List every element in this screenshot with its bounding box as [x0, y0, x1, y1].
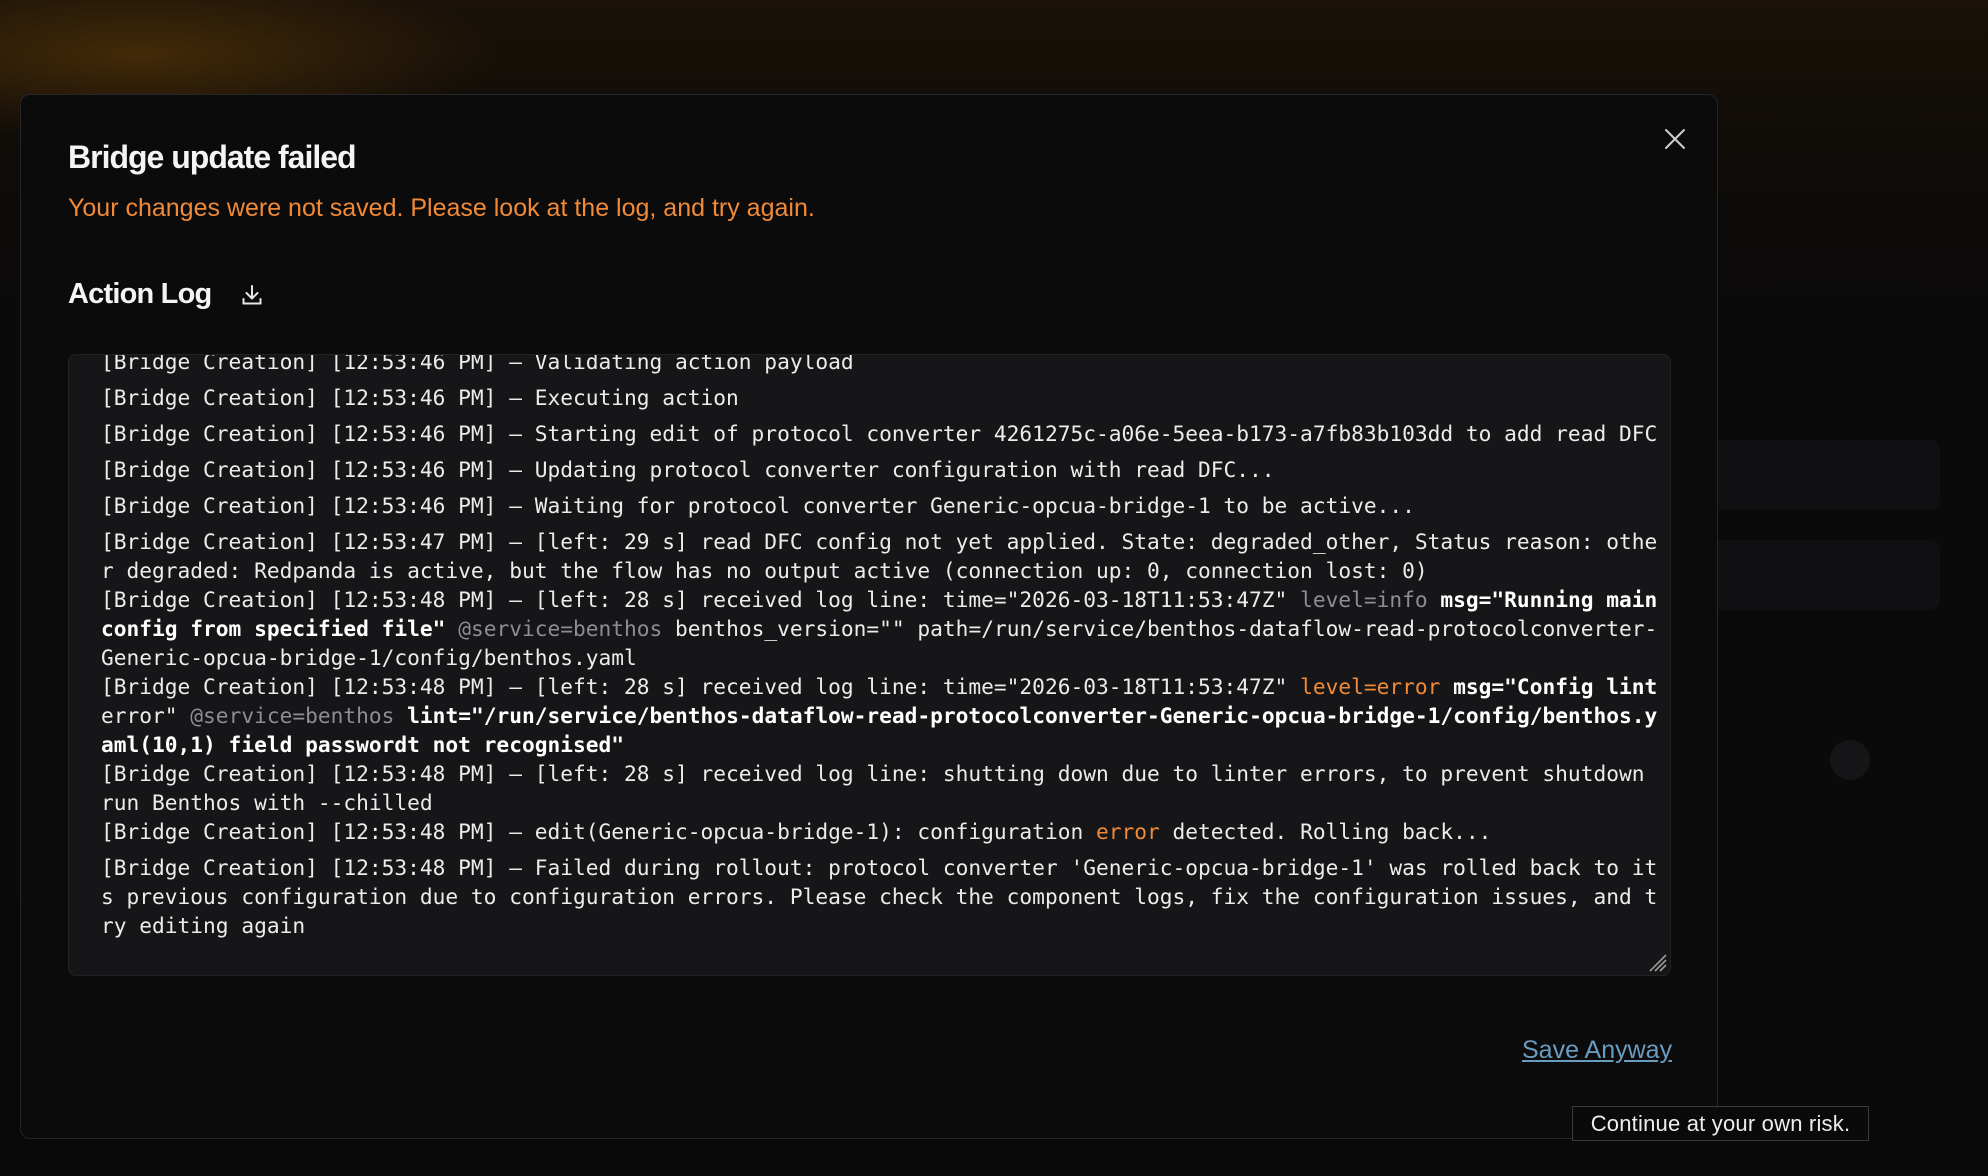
log-text: detected. Rolling back...: [1159, 819, 1492, 844]
log-text: [Bridge Creation] [12:53:46 PM] – Starti…: [101, 421, 1658, 446]
log-line: [Bridge Creation] [12:53:46 PM] – Valida…: [101, 354, 1661, 376]
action-log-content: [Bridge Creation] [12:53:46 PM] – Valida…: [101, 354, 1661, 947]
log-text: [Bridge Creation] [12:53:48 PM] – edit(G…: [101, 819, 1096, 844]
dialog-title: Bridge update failed: [68, 139, 357, 175]
log-text: [Bridge Creation] [12:53:48 PM] – [left:…: [101, 761, 1658, 815]
log-text: level=info: [1300, 587, 1428, 612]
log-text: msg="Config lint: [1453, 674, 1658, 699]
action-log-textarea[interactable]: [Bridge Creation] [12:53:46 PM] – Valida…: [68, 354, 1671, 976]
background-panel: [1700, 440, 1940, 510]
log-line: [Bridge Creation] [12:53:48 PM] – edit(G…: [101, 817, 1661, 846]
bridge-update-failed-dialog: Bridge update failed Your changes were n…: [20, 94, 1718, 1139]
download-icon: [242, 284, 262, 304]
action-log-header: Action Log: [68, 278, 267, 311]
log-line: [Bridge Creation] [12:53:46 PM] – Execut…: [101, 383, 1661, 412]
log-text: [Bridge Creation] [12:53:47 PM] – [left:…: [101, 529, 1658, 583]
close-icon: [1665, 129, 1685, 149]
log-text: [Bridge Creation] [12:53:46 PM] – Execut…: [101, 385, 739, 410]
log-text: [Bridge Creation] [12:53:46 PM] – Waitin…: [101, 493, 1415, 518]
log-scrollbar-thumb[interactable]: [1670, 417, 1671, 957]
log-text: @service=benthos: [190, 703, 395, 728]
dialog-subtitle: Your changes were not saved. Please look…: [68, 194, 815, 222]
log-text: level=error: [1300, 674, 1441, 699]
log-line: [Bridge Creation] [12:53:47 PM] – [left:…: [101, 527, 1661, 585]
log-line: [Bridge Creation] [12:53:48 PM] – [left:…: [101, 759, 1661, 817]
save-anyway-tooltip: Continue at your own risk.: [1572, 1106, 1869, 1141]
resize-handle-icon[interactable]: [1646, 951, 1668, 973]
save-anyway-link[interactable]: Save Anyway: [1522, 1036, 1672, 1065]
close-button[interactable]: [1661, 125, 1689, 153]
log-line: [Bridge Creation] [12:53:46 PM] – Waitin…: [101, 491, 1661, 520]
log-line: [Bridge Creation] [12:53:46 PM] – Starti…: [101, 419, 1661, 448]
log-text: [Bridge Creation] [12:53:48 PM] – [left:…: [101, 587, 1301, 612]
log-text: [Bridge Creation] [12:53:48 PM] – [left:…: [101, 674, 1301, 699]
log-text: [Bridge Creation] [12:53:46 PM] – Valida…: [101, 354, 854, 374]
log-line: [Bridge Creation] [12:53:48 PM] – Failed…: [101, 853, 1661, 940]
action-log-title: Action Log: [68, 278, 212, 310]
log-line: [Bridge Creation] [12:53:46 PM] – Updati…: [101, 455, 1661, 484]
log-text: [Bridge Creation] [12:53:48 PM] – Failed…: [101, 855, 1658, 938]
background-panel: [1700, 540, 1940, 610]
log-text: @service=benthos: [458, 616, 663, 641]
download-log-button[interactable]: [237, 280, 267, 310]
log-text: [Bridge Creation] [12:53:46 PM] – Updati…: [101, 457, 1275, 482]
log-line: [Bridge Creation] [12:53:48 PM] – [left:…: [101, 672, 1661, 759]
log-line: [Bridge Creation] [12:53:48 PM] – [left:…: [101, 585, 1661, 672]
log-text: error: [1095, 819, 1160, 844]
background-panel: [1830, 740, 1870, 780]
